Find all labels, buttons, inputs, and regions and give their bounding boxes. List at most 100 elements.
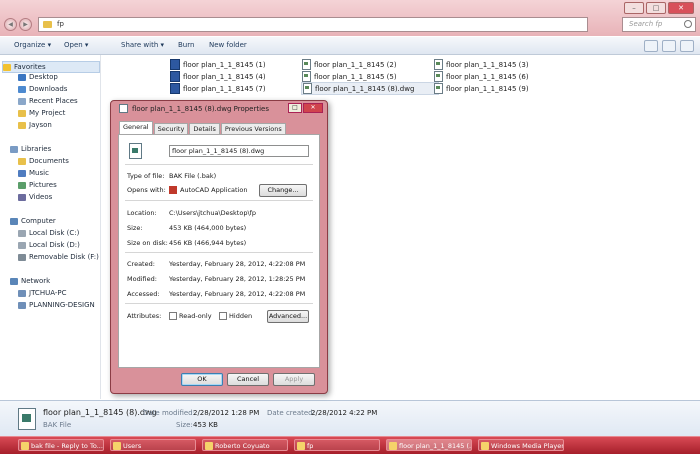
attributes-label: Attributes: <box>127 312 162 320</box>
hidden-checkbox[interactable] <box>219 312 227 320</box>
file-item[interactable]: floor plan_1_1_8145 (2) <box>302 59 397 70</box>
folder-icon <box>18 109 26 117</box>
dwg-file-icon <box>170 71 180 82</box>
location-value: C:\Users\jtchua\Desktop\fp <box>169 209 257 217</box>
nav-item-my-project[interactable]: My Project <box>18 109 65 117</box>
computer-icon <box>10 217 18 225</box>
nav-computer-header[interactable]: Computer <box>10 217 56 225</box>
back-button[interactable]: ◀ <box>4 18 17 31</box>
nav-item-jtchua-pc[interactable]: JTCHUA-PC <box>18 289 66 297</box>
maximize-button[interactable]: □ <box>288 103 302 113</box>
file-item[interactable]: floor plan_1_1_8145 (7) <box>170 83 266 94</box>
nav-libraries-header[interactable]: Libraries <box>10 145 51 153</box>
dialog-title: floor plan_1_1_8145 (8).dwg Properties <box>132 104 269 113</box>
cancel-button[interactable]: Cancel <box>227 373 269 386</box>
nav-network-header[interactable]: Network <box>10 277 50 285</box>
size-value: 453 KB (464,000 bytes) <box>169 224 247 232</box>
close-button[interactable]: ✕ <box>668 2 694 14</box>
nav-item-videos[interactable]: Videos <box>18 193 52 201</box>
close-button[interactable]: ✕ <box>303 103 323 113</box>
dwg-file-icon <box>170 83 180 94</box>
ok-button[interactable]: OK <box>181 373 223 386</box>
taskbar-item[interactable]: fp <box>294 439 380 451</box>
bak-file-icon <box>302 71 311 82</box>
file-name: floor plan_1_1_8145 (2) <box>314 60 397 69</box>
address-bar[interactable]: fp <box>38 17 588 32</box>
accessed-value: Yesterday, February 28, 2012, 4:22:08 PM <box>169 290 306 298</box>
nav-label: Removable Disk (F:) <box>29 253 99 261</box>
forward-button[interactable]: ▶ <box>19 18 32 31</box>
apply-button[interactable]: Apply <box>273 373 315 386</box>
dialog-controls: □ ✕ <box>288 103 323 113</box>
organize-button[interactable]: Organize ▾ <box>14 41 51 49</box>
nav-item-jayson[interactable]: Jayson <box>18 121 52 129</box>
navigation-pane: Favorites Desktop Downloads Recent Place… <box>0 55 101 399</box>
help-icon[interactable] <box>680 40 694 52</box>
burn-button[interactable]: Burn <box>178 41 194 49</box>
minimize-button[interactable]: – <box>624 2 644 14</box>
created-value: Yesterday, February 28, 2012, 4:22:08 PM <box>169 260 306 268</box>
explorer-window: – □ ✕ ◀ ▶ fp Search fp Organize ▾ Open ▾… <box>0 0 700 437</box>
autocad-icon <box>169 186 177 194</box>
nav-label: Network <box>21 277 51 285</box>
videos-icon <box>18 193 26 201</box>
maximize-button[interactable]: □ <box>646 2 666 14</box>
open-button[interactable]: Open ▾ <box>64 41 88 49</box>
drive-icon <box>18 229 26 237</box>
nav-label: Computer <box>21 217 56 225</box>
nav-item-recent-places[interactable]: Recent Places <box>18 97 78 105</box>
search-icon[interactable] <box>684 20 692 28</box>
size-label: Size: <box>127 224 143 232</box>
share-with-button[interactable]: Share with ▾ <box>121 41 164 49</box>
nav-favorites-header[interactable]: Favorites <box>2 61 100 73</box>
taskbar-item-active[interactable]: floor plan_1_1_8145 (... <box>386 439 472 451</box>
file-item[interactable]: floor plan_1_1_8145 (1) <box>170 59 266 70</box>
desktop-icon <box>18 73 26 81</box>
nav-item-downloads[interactable]: Downloads <box>18 85 67 93</box>
taskbar-item[interactable]: Users <box>110 439 196 451</box>
modified-value: Yesterday, February 28, 2012, 1:28:25 PM <box>169 275 306 283</box>
file-item-selected[interactable]: floor plan_1_1_8145 (8).dwg <box>301 82 440 95</box>
nav-item-documents[interactable]: Documents <box>18 157 69 165</box>
libraries-icon <box>10 145 18 153</box>
hidden-label[interactable]: Hidden <box>229 312 252 320</box>
preview-pane-icon[interactable] <box>662 40 676 52</box>
nav-item-planning-design[interactable]: PLANNING-DESIGN <box>18 301 95 309</box>
file-name: floor plan_1_1_8145 (8).dwg <box>315 84 415 93</box>
file-item[interactable]: floor plan_1_1_8145 (5) <box>302 71 397 82</box>
nav-item-music[interactable]: Music <box>18 169 49 177</box>
change-button[interactable]: Change... <box>259 184 307 197</box>
taskbar-item[interactable]: Windows Media Player <box>478 439 564 451</box>
view-options-icon[interactable] <box>644 40 658 52</box>
file-item[interactable]: floor plan_1_1_8145 (4) <box>170 71 266 82</box>
advanced-button[interactable]: Advanced... <box>267 310 309 323</box>
taskbar-item[interactable]: bak file - Reply to To... <box>18 439 104 451</box>
nav-item-local-disk-d[interactable]: Local Disk (D:) <box>18 241 80 249</box>
details-type: BAK File <box>43 421 72 429</box>
filename-field[interactable]: floor plan_1_1_8145 (8).dwg <box>169 145 309 157</box>
new-folder-button[interactable]: New folder <box>209 41 247 49</box>
readonly-checkbox[interactable] <box>169 312 177 320</box>
file-item[interactable]: floor plan_1_1_8145 (9) <box>434 83 529 94</box>
taskbar: bak file - Reply to To... Users Roberto … <box>0 436 700 454</box>
modified-label: Modified: <box>127 275 157 283</box>
nav-item-local-disk-c[interactable]: Local Disk (C:) <box>18 229 79 237</box>
type-value: BAK File (.bak) <box>169 172 217 180</box>
nav-item-desktop[interactable]: Desktop <box>18 73 58 81</box>
search-input[interactable]: Search fp <box>622 17 696 32</box>
details-size: 453 KB <box>193 421 218 429</box>
nav-buttons: ◀ ▶ <box>4 18 32 31</box>
taskbar-item[interactable]: Roberto Coyuato <box>202 439 288 451</box>
size-on-disk-label: Size on disk: <box>127 239 168 247</box>
network-icon <box>10 277 18 285</box>
file-item[interactable]: floor plan_1_1_8145 (3) <box>434 59 529 70</box>
address-crumb[interactable]: fp <box>57 20 64 28</box>
divider <box>125 164 313 165</box>
opens-with-value: AutoCAD Application <box>180 186 248 194</box>
readonly-label[interactable]: Read-only <box>179 312 212 320</box>
tab-general[interactable]: General <box>119 121 153 135</box>
nav-item-pictures[interactable]: Pictures <box>18 181 57 189</box>
nav-label: PLANNING-DESIGN <box>29 301 95 309</box>
file-item[interactable]: floor plan_1_1_8145 (6) <box>434 71 529 82</box>
nav-item-removable-disk-f[interactable]: Removable Disk (F:) <box>18 253 99 261</box>
